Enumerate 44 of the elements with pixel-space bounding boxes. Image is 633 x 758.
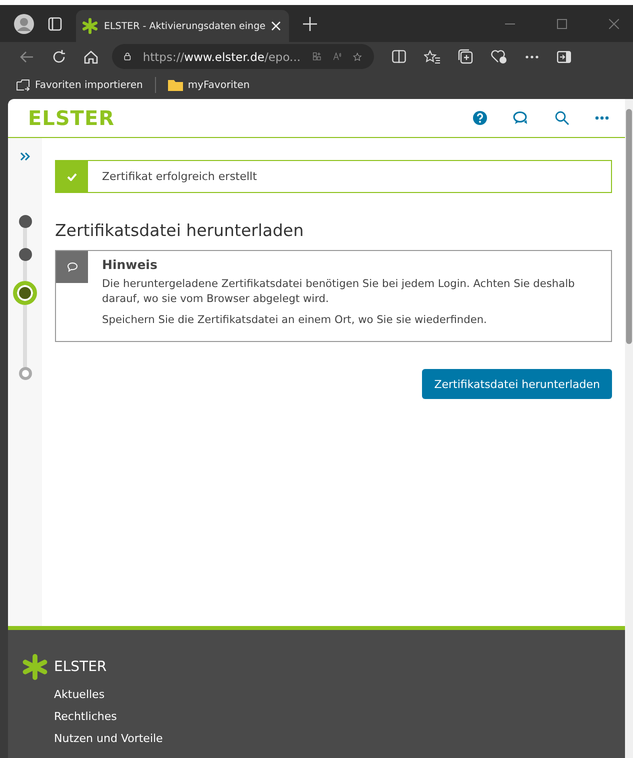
asterisk-logo-icon xyxy=(22,654,48,680)
speech-bubble-icon xyxy=(66,262,78,272)
home-icon[interactable] xyxy=(84,50,98,64)
hint-title: Hinweis xyxy=(102,257,158,272)
import-folder-icon xyxy=(16,79,30,91)
new-tab-icon[interactable] xyxy=(303,16,318,30)
more-icon[interactable] xyxy=(525,54,539,58)
heart-check-icon[interactable] xyxy=(491,49,507,64)
more-icon[interactable] xyxy=(595,116,609,120)
maximize-icon[interactable] xyxy=(557,18,567,28)
favorites-icon[interactable] xyxy=(424,50,440,64)
expand-chevrons-icon[interactable] xyxy=(20,152,30,161)
search-icon[interactable] xyxy=(555,111,569,125)
hint-paragraph: Die heruntergeladene Zertifikatsdatei benötigen Sie bei jedem Login. Achten Sie deshalb darauf, wo sie vom Browser abgelegt wird. xyxy=(102,277,576,307)
star-icon[interactable] xyxy=(353,50,362,64)
tab-actions-icon[interactable] xyxy=(48,16,62,30)
lock-icon xyxy=(124,50,131,63)
profile-avatar-icon[interactable] xyxy=(14,14,34,34)
browser-tab[interactable]: ELSTER - Aktivierungsdaten einge xyxy=(76,10,290,42)
footer-logo-text[interactable]: ELSTER xyxy=(54,659,107,675)
footer-link[interactable]: Nutzen und Vorteile xyxy=(54,732,625,745)
message-text: Zertifikat erfolgreich erstellt xyxy=(102,170,257,183)
chat-icon[interactable] xyxy=(513,111,529,125)
checkmark-icon xyxy=(67,172,77,180)
footer-link[interactable]: Aktuelles xyxy=(54,688,625,701)
tab-title: ELSTER - Aktivierungsdaten einge xyxy=(104,20,266,32)
page-heading: Zertifikatsdatei herunterladen xyxy=(55,221,305,240)
hint-paragraph: Speichern Sie die Zertifikatsdatei an einem Ort, wo Sie sie wiederfinden. xyxy=(102,313,488,328)
favorites-folder[interactable]: myFavoriten xyxy=(168,79,250,91)
favorites-import-link[interactable]: Favoriten importieren xyxy=(16,79,143,91)
help-icon[interactable] xyxy=(473,111,487,125)
back-arrow-icon[interactable] xyxy=(20,50,34,62)
folder-icon xyxy=(168,79,183,91)
sidebar-icon[interactable] xyxy=(557,50,571,62)
split-screen-icon[interactable] xyxy=(392,50,406,63)
reload-icon[interactable] xyxy=(52,50,66,64)
app-grid-icon[interactable] xyxy=(312,50,321,63)
asterisk-logo-icon xyxy=(82,18,98,34)
address-field[interactable]: https://www.elster.de/epo... xyxy=(112,44,374,69)
footer-link[interactable]: Rechtliches xyxy=(54,710,625,723)
download-button[interactable]: Zertifikatsdatei herunterladen xyxy=(422,369,612,399)
scrollbar[interactable] xyxy=(625,99,633,758)
read-aloud-icon[interactable] xyxy=(332,50,342,63)
collections-icon[interactable] xyxy=(458,49,473,64)
